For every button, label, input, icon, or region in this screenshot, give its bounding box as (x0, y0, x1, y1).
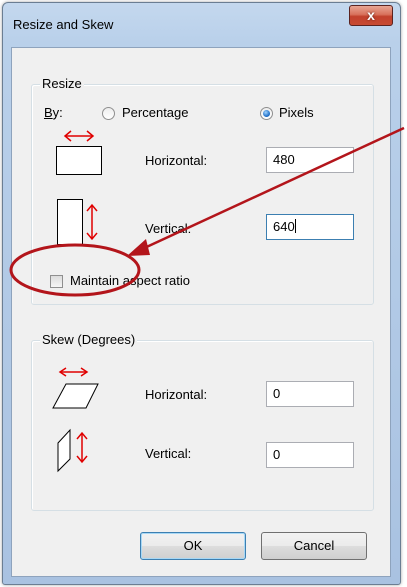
skew-vertical-label: Vertical: (145, 446, 192, 461)
cancel-button[interactable]: Cancel (261, 532, 367, 560)
horizontal-resize-icon (63, 130, 95, 142)
skew-vertical-input[interactable]: 0 (266, 442, 354, 468)
maintain-aspect-label[interactable]: Maintain aspect ratio (70, 273, 190, 288)
skew-horizontal-input[interactable]: 0 (266, 381, 354, 407)
pixels-label[interactable]: Pixels (279, 105, 314, 120)
resize-vertical-label: Vertical: (145, 221, 192, 236)
resize-horizontal-input[interactable]: 480 (266, 147, 354, 173)
resize-vertical-value: 640 (273, 219, 295, 234)
pixels-radio[interactable] (260, 107, 273, 120)
title-bar[interactable]: Resize and Skew x (3, 3, 400, 47)
text-cursor (294, 219, 296, 233)
vertical-resize-icon (86, 203, 98, 241)
resize-legend: Resize (40, 76, 84, 91)
dialog-body: Resize By: Percentage Pixels Horizontal:… (11, 47, 391, 577)
close-button[interactable]: x (349, 5, 393, 26)
resize-group: Resize By: Percentage Pixels Horizontal:… (31, 76, 374, 305)
by-label-rest: y: (52, 105, 63, 120)
resize-horizontal-label: Horizontal: (145, 153, 208, 168)
skew-horizontal-label: Horizontal: (145, 387, 208, 402)
vertical-skew-icon (57, 428, 88, 473)
percentage-radio[interactable] (102, 107, 115, 120)
resize-vertical-input[interactable]: 640 (266, 214, 354, 240)
vertical-resize-box (57, 199, 83, 245)
window-title: Resize and Skew (13, 17, 114, 32)
horizontal-resize-box (56, 146, 102, 175)
percentage-label[interactable]: Percentage (122, 105, 189, 120)
horizontal-skew-icon (52, 367, 99, 409)
by-label: By: (44, 105, 63, 120)
maintain-aspect-checkbox[interactable] (50, 275, 63, 288)
skew-group: Skew (Degrees) Horizontal: 0 Vertical: 0 (31, 332, 374, 511)
close-icon: x (367, 7, 375, 23)
dialog-window: Resize and Skew x Resize By: Percentage … (2, 2, 401, 585)
skew-legend: Skew (Degrees) (40, 332, 138, 347)
ok-button[interactable]: OK (140, 532, 246, 560)
